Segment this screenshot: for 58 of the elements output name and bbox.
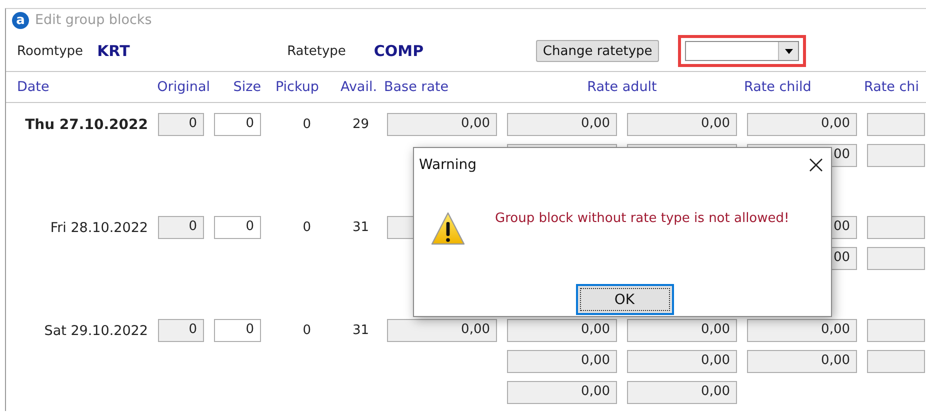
rate-field: 0,00 (507, 381, 617, 404)
rate-field (867, 247, 925, 270)
original-field: 0 (158, 319, 204, 342)
pickup-value: 0 (302, 323, 312, 338)
warning-icon (431, 212, 465, 246)
original-field: 0 (158, 113, 204, 136)
rate-field: 0,00 (747, 113, 857, 136)
change-ratetype-button[interactable]: Change ratetype (536, 40, 660, 62)
rate-field: 0,00 (507, 113, 617, 136)
date-label: Fri 28.10.2022 (49, 220, 148, 236)
close-icon (809, 158, 823, 172)
column-header: Avail. (340, 79, 377, 95)
rate-field (867, 216, 925, 239)
ok-button[interactable]: OK (576, 284, 674, 315)
rate-field: 0,00 (507, 350, 617, 373)
column-header: Pickup (275, 79, 319, 95)
column-header: Rate adult (587, 79, 657, 95)
original-field: 0 (158, 216, 204, 239)
column-header: Date (16, 79, 50, 95)
column-header: Size (233, 79, 261, 95)
rate-field: 0,00 (627, 350, 737, 373)
rate-field: 0,00 (747, 319, 857, 342)
rate-field (867, 350, 925, 373)
roomtype-label: Roomtype (17, 44, 84, 58)
column-header: Base rate (384, 79, 450, 95)
size-input[interactable]: 0 (214, 216, 261, 239)
rate-field: 0,00 (627, 319, 737, 342)
rate-field: 0,00 (627, 113, 737, 136)
ratetype-dropdown[interactable] (685, 41, 800, 61)
avail-value: 31 (351, 220, 370, 235)
avail-value: 29 (351, 117, 370, 132)
caret-icon (784, 48, 793, 54)
roomtype-value: KRT (97, 42, 131, 60)
rate-field: 0,00 (747, 350, 857, 373)
size-input[interactable]: 0 (214, 319, 261, 342)
column-header: Rate child (744, 79, 812, 95)
column-header: Original (157, 79, 210, 95)
avail-value: 31 (351, 323, 370, 338)
window-title: Edit group blocks (35, 12, 152, 28)
size-input[interactable]: 0 (214, 113, 261, 136)
ratetype-label: Ratetype (287, 44, 346, 58)
ratetype-value: COMP (374, 42, 425, 60)
date-label: Sat 29.10.2022 (43, 322, 148, 338)
dialog-title: Warning (419, 157, 477, 173)
rate-field: 0,00 (387, 113, 497, 136)
rate-field: 0,00 (627, 381, 737, 404)
rate-field (867, 113, 925, 136)
rate-field: 0,00 (387, 319, 497, 342)
warning-message: Group block without rate type is not allowed! (495, 211, 790, 226)
date-label: Thu 27.10.2022 (24, 116, 148, 132)
app-logo: a (12, 12, 29, 28)
rate-field (867, 319, 925, 342)
pickup-value: 0 (302, 117, 312, 132)
pickup-value: 0 (302, 220, 312, 235)
close-button[interactable] (809, 158, 823, 172)
column-header: Rate chi (864, 79, 920, 95)
rate-field: 0,00 (507, 319, 617, 342)
rate-field (867, 144, 925, 167)
